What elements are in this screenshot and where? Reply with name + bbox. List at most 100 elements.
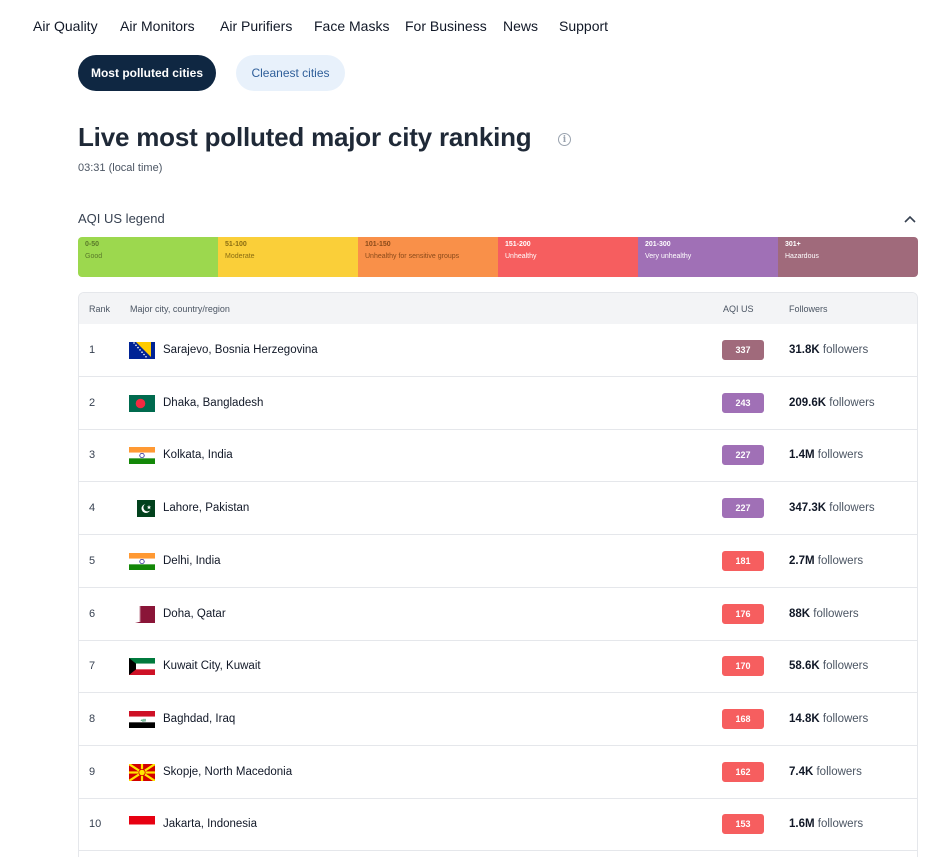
- followers-count: 7.4K: [789, 765, 814, 778]
- legend-range: 0-50: [85, 241, 100, 248]
- legend-label: Unhealthy for sensitive groups: [365, 253, 460, 260]
- followers-cell: 31.8K followers: [789, 344, 868, 356]
- followers-cell: 58.6K followers: [789, 660, 868, 672]
- city-link[interactable]: Sarajevo, Bosnia Herzegovina: [163, 344, 318, 356]
- city-link[interactable]: Delhi, India: [163, 555, 221, 567]
- legend-label: Unhealthy: [505, 253, 537, 260]
- rank-cell: 2: [89, 396, 96, 409]
- legend-range: 201-300: [645, 241, 671, 248]
- iraq-flag-icon: ﷲ: [129, 710, 155, 728]
- followers-count: 209.6K: [789, 396, 827, 409]
- nav-face-masks[interactable]: Face Masks: [314, 18, 389, 34]
- rank-cell: 7: [89, 660, 96, 673]
- aqi-legend-bar: 0-50 Good 51-100 Moderate 101-150 Unhealthy f…: [78, 237, 918, 277]
- city-link[interactable]: Dhaka, Bangladesh: [163, 397, 263, 409]
- followers-label: followers: [826, 396, 875, 409]
- table-row[interactable]: 7 Kuwait City, Kuwait 170 58.6K followers: [79, 640, 917, 694]
- table-header: Rank Major city, country/region AQI US F…: [79, 293, 917, 324]
- header-aqi: AQI US: [723, 304, 754, 314]
- legend-label: Very unhealthy: [645, 253, 692, 260]
- nav-for-business[interactable]: For Business: [405, 18, 487, 34]
- legend-label: Good: [85, 253, 103, 260]
- followers-label: followers: [814, 449, 864, 462]
- nav-air-monitors[interactable]: Air Monitors: [120, 18, 195, 34]
- chevron-up-icon[interactable]: [903, 212, 917, 224]
- city-link[interactable]: Lahore, Pakistan: [163, 502, 249, 514]
- page-title: Live most polluted major city ranking: [78, 122, 532, 152]
- tab-cleanest-cities[interactable]: Cleanest cities: [236, 55, 345, 91]
- table-row[interactable]: 4 Lahore, Pakistan 227 347.3K followers: [79, 482, 917, 536]
- pakistan-flag-icon: [129, 500, 155, 518]
- city-link[interactable]: Kolkata, India: [163, 449, 233, 461]
- legend-segment: 0-50 Good: [78, 237, 218, 277]
- followers-count: 1.6M: [789, 818, 815, 831]
- table-row[interactable]: 1 Sarajevo, Bosnia Herzegovina 337 31.8K fo…: [79, 324, 917, 377]
- followers-cell: 1.4M followers: [789, 449, 863, 461]
- legend-label: Moderate: [225, 253, 255, 260]
- local-time: 03:31 (local time): [78, 162, 163, 174]
- followers-label: followers: [814, 554, 864, 567]
- info-icon[interactable]: i: [558, 133, 571, 146]
- table-row[interactable]: 10 Jakarta, Indonesia 153 1.6M followers: [79, 798, 917, 852]
- aqi-badge: 227: [722, 445, 764, 466]
- table-row[interactable]: 8 ﷲ Baghdad, Iraq 168 14.8K followers: [79, 693, 917, 746]
- rank-cell: 3: [89, 449, 96, 462]
- qatar-flag-icon: [129, 605, 155, 623]
- indonesia-flag-icon: [129, 816, 155, 834]
- table-row[interactable]: 3 Kolkata, India 227 1.4M followers: [79, 429, 917, 483]
- rank-cell: 10: [89, 818, 102, 831]
- followers-cell: 209.6K followers: [789, 397, 875, 409]
- ranking-table: Rank Major city, country/region AQI US F…: [78, 292, 918, 857]
- followers-cell: 347.3K followers: [789, 502, 875, 514]
- legend-range: 301+: [785, 241, 801, 248]
- rank-cell: 8: [89, 712, 96, 725]
- nav-air-purifiers[interactable]: Air Purifiers: [220, 18, 292, 34]
- followers-cell: 14.8K followers: [789, 713, 868, 725]
- aqi-badge: 153: [722, 814, 764, 835]
- nav-air-quality[interactable]: Air Quality: [33, 18, 98, 34]
- followers-cell: 7.4K followers: [789, 766, 862, 778]
- legend-segment: 51-100 Moderate: [218, 237, 358, 277]
- followers-count: 88K: [789, 607, 811, 620]
- city-link[interactable]: Kuwait City, Kuwait: [163, 660, 261, 672]
- header-rank: Rank: [89, 304, 111, 314]
- followers-label: followers: [826, 502, 875, 515]
- bangladesh-flag-icon: [129, 394, 155, 412]
- table-row[interactable]: 6 Doha, Qatar 176 88K followers: [79, 588, 917, 641]
- aqi-badge: 337: [722, 340, 764, 360]
- followers-count: 1.4M: [789, 449, 815, 462]
- followers-count: 2.7M: [789, 554, 815, 567]
- table-row[interactable]: 5 Delhi, India 181 2.7M followers: [79, 535, 917, 588]
- tab-most-polluted-cities[interactable]: Most polluted cities: [78, 55, 216, 91]
- followers-label: followers: [813, 765, 862, 778]
- followers-label: followers: [819, 660, 869, 673]
- followers-label: followers: [819, 712, 869, 725]
- rank-cell: 1: [89, 344, 96, 356]
- city-link[interactable]: Baghdad, Iraq: [163, 713, 235, 725]
- followers-cell: 88K followers: [789, 608, 859, 620]
- india-flag-icon: [129, 552, 155, 570]
- city-link[interactable]: Doha, Qatar: [163, 608, 226, 620]
- table-row[interactable]: 9 Skopje, North Macedonia 162 7.4K follower…: [79, 746, 917, 799]
- legend-range: 101-150: [365, 241, 391, 248]
- table-row[interactable]: 2 Dhaka, Bangladesh 243 209.6K followers: [79, 377, 917, 430]
- header-city: Major city, country/region: [130, 304, 230, 314]
- nav-support[interactable]: Support: [559, 18, 608, 34]
- aqi-badge: 227: [722, 498, 764, 519]
- kuwait-flag-icon: [129, 658, 155, 676]
- north-macedonia-flag-icon: [129, 763, 155, 781]
- rank-cell: 5: [89, 554, 96, 567]
- city-link[interactable]: Skopje, North Macedonia: [163, 766, 292, 778]
- followers-count: 14.8K: [789, 712, 820, 725]
- aqi-badge: 162: [722, 761, 764, 782]
- aqi-badge: 176: [722, 603, 764, 624]
- legend-segment: 301+ Hazardous: [778, 237, 918, 277]
- top-navigation: Air Quality Air Monitors Air Purifiers F…: [0, 0, 932, 52]
- legend-label: Hazardous: [785, 253, 819, 260]
- rank-cell: 4: [89, 502, 96, 515]
- nav-news[interactable]: News: [503, 18, 538, 34]
- city-link[interactable]: Jakarta, Indonesia: [163, 818, 257, 830]
- followers-label: followers: [810, 607, 859, 620]
- legend-segment: 201-300 Very unhealthy: [638, 237, 778, 277]
- followers-count: 58.6K: [789, 660, 820, 673]
